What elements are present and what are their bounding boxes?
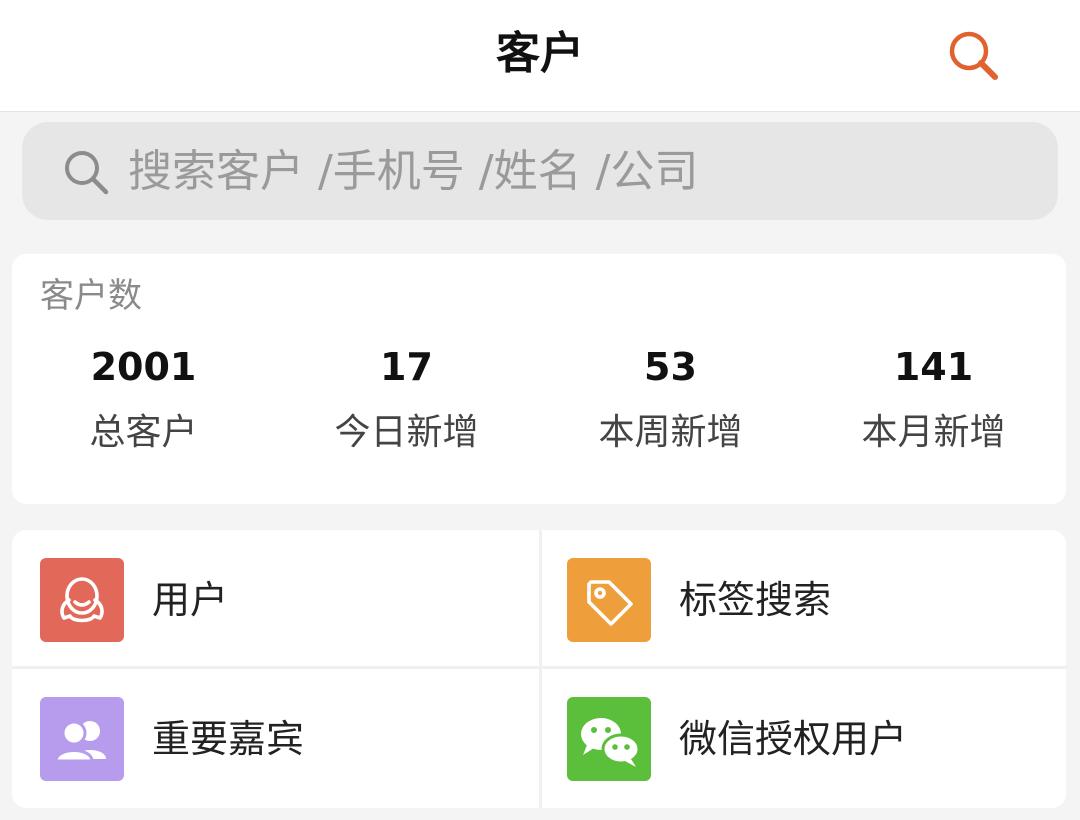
menu-item-label: 微信授权用户: [679, 717, 908, 761]
stat-label: 今日新增: [334, 412, 479, 453]
user-icon: [40, 558, 124, 642]
menu-item-label: 重要嘉宾: [152, 717, 305, 761]
stat-label: 总客户: [89, 412, 198, 453]
stat-new-this-week[interactable]: 53 本周新增: [539, 344, 802, 456]
menu-item-label: 用户: [152, 578, 229, 622]
stat-value: 2001: [90, 345, 197, 389]
search-icon[interactable]: [944, 26, 1004, 86]
stat-new-today[interactable]: 17 今日新增: [275, 344, 538, 456]
menu-item-wechat-users[interactable]: 微信授权用户: [539, 669, 1066, 808]
search-input[interactable]: 搜索客户 /手机号 /姓名 /公司: [22, 122, 1058, 220]
stats-title: 客户数: [40, 276, 142, 316]
top-nav-bar: 客户: [0, 0, 1080, 112]
menu-item-label: 标签搜索: [679, 578, 832, 622]
menu-item-users[interactable]: 用户: [12, 530, 539, 669]
search-icon: [65, 151, 109, 195]
menu-item-vip-guests[interactable]: 重要嘉宾: [12, 669, 539, 808]
stat-value: 17: [380, 345, 433, 389]
menu-grid: 用户 标签搜索 重要嘉宾 微信授权用户: [12, 530, 1066, 808]
stat-total-customers[interactable]: 2001 总客户: [12, 344, 275, 456]
group-icon: [40, 697, 124, 781]
stat-label: 本周新增: [598, 412, 743, 453]
search-placeholder: 搜索客户 /手机号 /姓名 /公司: [128, 146, 699, 197]
wechat-icon: [567, 697, 651, 781]
customer-stats-card: 客户数 2001 总客户 17 今日新增 53 本周新增 141 本月新增: [12, 254, 1066, 504]
stat-value: 141: [893, 345, 974, 389]
menu-item-tag-search[interactable]: 标签搜索: [539, 530, 1066, 669]
stat-new-this-month[interactable]: 141 本月新增: [802, 344, 1065, 456]
tag-icon: [567, 558, 651, 642]
page-title: 客户: [496, 28, 584, 79]
stat-label: 本月新增: [861, 412, 1006, 453]
stat-value: 53: [644, 345, 697, 389]
